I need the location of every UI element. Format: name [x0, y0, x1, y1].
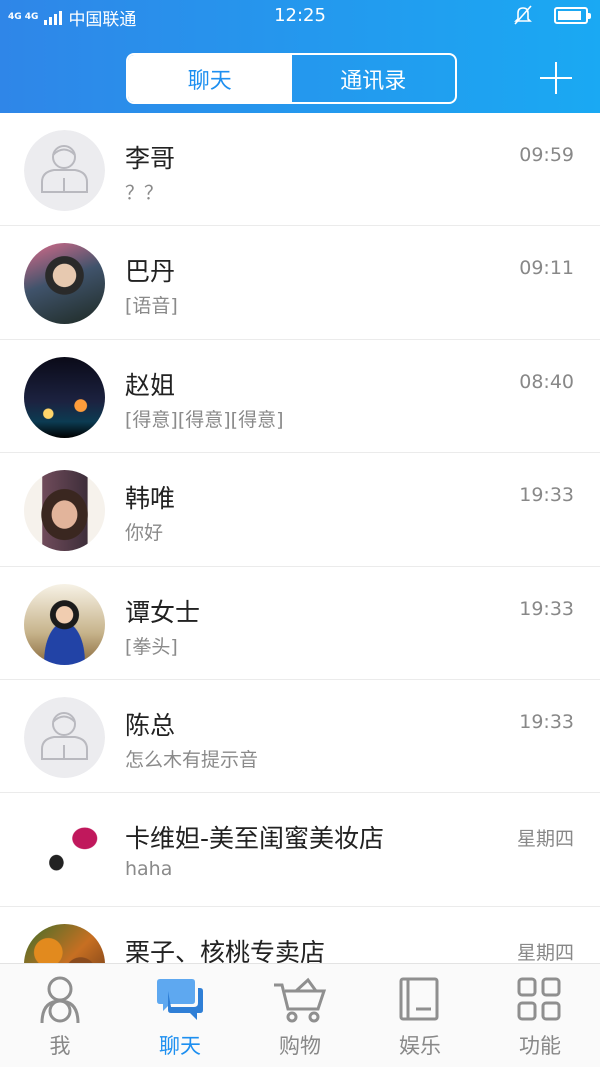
chat-time: 19:33 — [519, 710, 574, 733]
tab-contacts[interactable]: 通讯录 — [292, 55, 456, 102]
chat-time: 19:33 — [519, 597, 574, 620]
default-avatar-icon[interactable] — [24, 130, 105, 211]
nav-item-book[interactable]: 娱乐 — [360, 964, 480, 1067]
chat-name: 韩唯 — [125, 484, 176, 514]
avatar[interactable] — [24, 243, 105, 325]
nav-item-apps[interactable]: 功能 — [480, 964, 600, 1067]
nav-label: 购物 — [279, 1034, 321, 1058]
chat-name: 栗子、核桃专卖店 — [125, 937, 326, 963]
book-icon — [392, 974, 448, 1026]
silent-bell-icon — [514, 5, 532, 25]
segmented-control: 聊天 通讯录 — [126, 53, 457, 104]
default-avatar-icon[interactable] — [24, 696, 105, 778]
bottom-nav: 我 聊天 购物 娱乐 功能 — [0, 963, 600, 1067]
chat-row[interactable]: 李哥 ？？ 09:59 — [0, 113, 600, 227]
chat-time: 09:11 — [519, 257, 574, 280]
chat-last-message: [语音] — [125, 295, 178, 318]
avatar[interactable] — [24, 470, 105, 552]
chat-row[interactable]: 卡维妲-美至闺蜜美妆店 haha 星期四 — [0, 793, 600, 907]
chat-last-message: haha — [125, 858, 173, 881]
nav-label: 娱乐 — [399, 1034, 441, 1058]
chat-row[interactable]: 栗子、核桃专卖店 星期四 — [0, 907, 600, 963]
chat-name: 巴丹 — [125, 257, 176, 287]
chat-name: 李哥 — [125, 144, 176, 173]
avatar[interactable] — [24, 583, 105, 665]
chat-icon — [152, 974, 208, 1026]
chat-time: 19:33 — [519, 484, 574, 507]
chat-row[interactable]: 韩唯你好 19:33 — [0, 453, 600, 567]
plus-icon[interactable] — [540, 62, 572, 94]
nav-label: 我 — [49, 1034, 71, 1058]
person-icon — [32, 974, 88, 1026]
nav-label: 聊天 — [159, 1034, 201, 1058]
avatar[interactable] — [24, 356, 105, 438]
cart-icon — [272, 974, 328, 1026]
chat-last-message: ？？ — [125, 182, 164, 204]
chat-time: 08:40 — [519, 370, 574, 393]
avatar[interactable] — [24, 810, 105, 892]
battery-icon — [554, 6, 591, 24]
nav-item-chat[interactable]: 聊天 — [120, 964, 240, 1067]
chat-time: 星期四 — [516, 828, 574, 851]
chat-name: 陈总 — [125, 710, 176, 740]
chat-time: 星期四 — [516, 941, 574, 963]
apps-icon — [512, 974, 568, 1026]
app-header: 4G 4G 中国联通 12:25 聊天 通讯录 — [0, 0, 600, 113]
chat-last-message: 怎么木有提示音 — [125, 748, 259, 771]
chat-name: 赵姐 — [125, 370, 176, 400]
chat-name: 卡维妲-美至闺蜜美妆店 — [125, 824, 385, 854]
nav-item-person[interactable]: 我 — [0, 964, 120, 1067]
tab-chat[interactable]: 聊天 — [128, 55, 292, 102]
chat-list: 李哥 ？？ 09:59 巴丹 [语音] 09:11 赵姐 [得意][得意][得意] 08:40 韩… — [0, 113, 600, 963]
status-time: 12:25 — [274, 5, 326, 26]
chat-row[interactable]: 巴丹 [语音] 09:11 — [0, 226, 600, 340]
chat-last-message: [拳头] — [125, 635, 178, 658]
nav-item-cart[interactable]: 购物 — [240, 964, 360, 1067]
nav-label: 功能 — [519, 1034, 561, 1058]
chat-name: 谭女士 — [125, 597, 201, 627]
chat-last-message: [得意][得意][得意] — [125, 408, 284, 431]
chat-row[interactable]: 谭女士 [拳头] 19:33 — [0, 567, 600, 680]
chat-time: 09:59 — [519, 144, 574, 166]
chat-last-message: 你好 — [125, 522, 164, 545]
chat-row[interactable]: 赵姐 [得意][得意][得意] 08:40 — [0, 340, 600, 454]
chat-row[interactable]: 陈总怎么木有提示音 19:33 — [0, 680, 600, 794]
status-right — [514, 5, 591, 25]
avatar[interactable] — [24, 923, 105, 963]
status-bar: 4G 4G 中国联通 12:25 — [0, 0, 600, 32]
